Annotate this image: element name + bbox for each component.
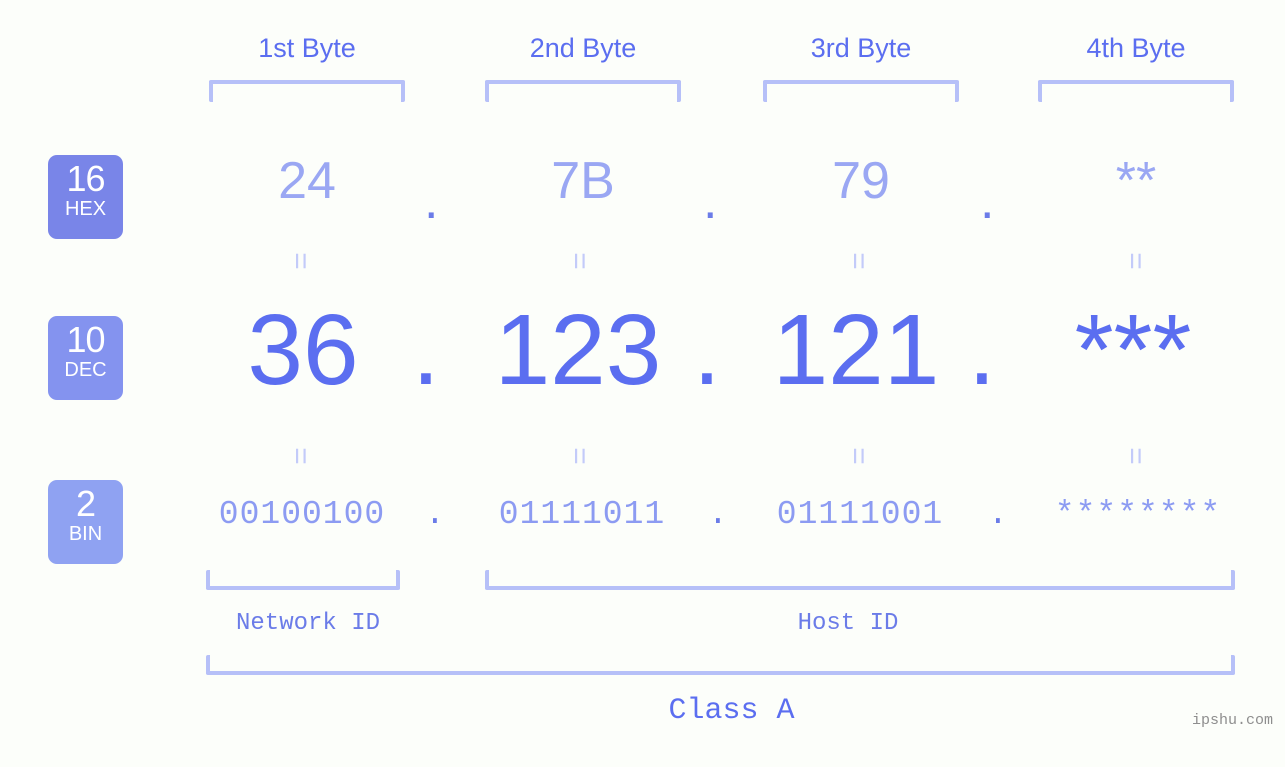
- hex-separator-3: .: [980, 172, 995, 230]
- dec-byte-4: ***: [1074, 294, 1192, 406]
- bin-byte-4: ********: [1054, 496, 1222, 533]
- byte-header-3: 3rd Byte: [810, 33, 912, 63]
- equals-sign-hex-dec-1: =: [283, 252, 317, 268]
- host-id-label: Host ID: [797, 610, 899, 637]
- byte-header-2: 2nd Byte: [529, 33, 637, 63]
- base-badge-hex-label: HEX: [64, 198, 107, 220]
- class-bracket: [206, 655, 1235, 675]
- equals-sign-dec-bin-1: =: [283, 447, 317, 463]
- site-watermark: ipshu.com: [1191, 712, 1273, 729]
- base-badge-dec-label: DEC: [64, 359, 107, 381]
- base-badge-bin-number: 2: [75, 483, 96, 524]
- hex-byte-2: 7B: [551, 152, 615, 210]
- byte-header-4: 4th Byte: [1086, 33, 1186, 63]
- dec-separator-2: .: [693, 294, 721, 406]
- byte-bracket-4: [1038, 80, 1234, 102]
- host-id-bracket: [485, 570, 1235, 590]
- byte-header-1: 1st Byte: [258, 33, 356, 63]
- base-badge-dec-number: 10: [66, 319, 105, 360]
- equals-sign-hex-dec-2: =: [562, 252, 596, 268]
- dec-byte-1: 36: [247, 294, 359, 406]
- hex-byte-3: 79: [832, 152, 890, 210]
- bin-byte-1: 00100100: [218, 496, 386, 533]
- ip-byte-breakdown-diagram: 1st Byte 2nd Byte 3rd Byte 4th Byte 16 H…: [0, 0, 1285, 767]
- bin-byte-2: 01111011: [498, 496, 666, 533]
- hex-byte-1: 24: [278, 152, 336, 210]
- network-id-bracket: [206, 570, 400, 590]
- bin-separator-1: .: [425, 496, 445, 533]
- base-badge-bin-label: BIN: [68, 523, 103, 545]
- equals-sign-dec-bin-2: =: [562, 447, 596, 463]
- byte-bracket-1: [209, 80, 405, 102]
- equals-sign-dec-bin-4: =: [1118, 447, 1152, 463]
- dec-byte-2: 123: [494, 294, 662, 406]
- byte-bracket-2: [485, 80, 681, 102]
- bin-separator-3: .: [988, 496, 1008, 533]
- base-badge-bin: 2 BIN: [48, 480, 123, 564]
- equals-sign-hex-dec-4: =: [1118, 252, 1152, 268]
- network-id-label: Network ID: [235, 610, 381, 637]
- bin-separator-2: .: [708, 496, 728, 533]
- hex-separator-2: .: [703, 172, 718, 230]
- base-badge-hex: 16 HEX: [48, 155, 123, 239]
- dec-separator-1: .: [412, 294, 440, 406]
- bin-byte-3: 01111001: [776, 496, 944, 533]
- dec-byte-3: 121: [772, 294, 940, 406]
- equals-sign-hex-dec-3: =: [841, 252, 875, 268]
- hex-separator-1: .: [424, 172, 439, 230]
- equals-sign-dec-bin-3: =: [841, 447, 875, 463]
- class-label: Class A: [668, 694, 795, 728]
- base-badge-hex-number: 16: [66, 158, 105, 199]
- byte-bracket-3: [763, 80, 959, 102]
- hex-byte-4: **: [1115, 152, 1157, 210]
- base-badge-dec: 10 DEC: [48, 316, 123, 400]
- dec-separator-3: .: [968, 294, 996, 406]
